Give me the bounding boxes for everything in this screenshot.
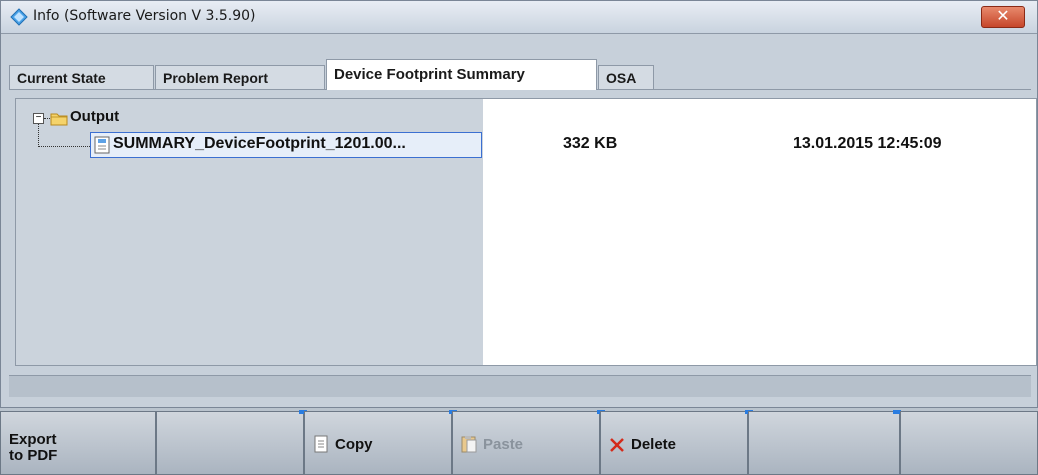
tab-current-state[interactable]: Current State [9, 65, 154, 90]
tab-device-footprint-summary[interactable]: Device Footprint Summary [326, 59, 597, 90]
softkey-empty-3[interactable] [900, 411, 1038, 475]
softkey-empty-1[interactable] [156, 410, 307, 475]
info-diamond-icon [10, 8, 28, 26]
copy-button[interactable]: Copy [304, 410, 457, 475]
folder-icon [50, 113, 68, 126]
copy-label: Copy [335, 435, 373, 453]
file-size: 332 KB [563, 135, 618, 152]
softkey-label-line1: Export [9, 431, 57, 448]
paste-button[interactable]: Paste [452, 410, 605, 475]
document-icon [94, 136, 110, 154]
paste-icon [461, 436, 477, 453]
status-bar [9, 375, 1031, 397]
delete-button[interactable]: Delete [600, 410, 753, 475]
title-bar: Info (Software Version V 3.5.90) ✕ [1, 1, 1037, 34]
delete-label: Delete [631, 435, 677, 453]
tab-label: OSA [606, 70, 637, 86]
tab-label: Device Footprint Summary [334, 66, 525, 83]
info-dialog: Info (Software Version V 3.5.90) ✕ Curre… [0, 0, 1038, 408]
paste-label: Paste [483, 435, 524, 453]
copy-icon [314, 435, 328, 453]
file-name: SUMMARY_DeviceFootprint_1201.00... [113, 135, 406, 152]
tab-osa[interactable]: OSA [598, 65, 654, 90]
tree-connector [38, 146, 90, 147]
collapse-toggle[interactable]: − [33, 113, 44, 124]
file-date: 13.01.2015 12:45:09 [793, 135, 942, 152]
detail-pane: 332 KB 13.01.2015 12:45:09 [483, 99, 1036, 365]
tab-label: Current State [17, 70, 106, 86]
softkey-label-line2: to PDF [9, 447, 58, 464]
close-button[interactable]: ✕ [981, 6, 1025, 28]
file-browser: − Output SUMMARY_DeviceFootprint_1201.00… [15, 98, 1037, 366]
folder-output-label[interactable]: Output [70, 108, 119, 125]
export-to-pdf-button[interactable]: Export to PDF [0, 411, 156, 475]
tab-label: Problem Report [163, 70, 269, 86]
softkey-bar: Export to PDF Copy Paste Delete [0, 410, 1038, 475]
tree-connector [38, 124, 39, 147]
close-icon: ✕ [996, 8, 1010, 25]
softkey-empty-2[interactable] [748, 410, 901, 475]
file-item[interactable]: SUMMARY_DeviceFootprint_1201.00... [90, 132, 482, 158]
delete-icon [610, 438, 624, 452]
dialog-title: Info (Software Version V 3.5.90) [33, 8, 256, 24]
tab-problem-report[interactable]: Problem Report [155, 65, 325, 90]
tree-pane: − Output SUMMARY_DeviceFootprint_1201.00… [16, 99, 483, 365]
